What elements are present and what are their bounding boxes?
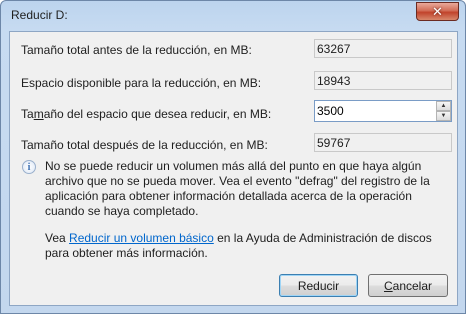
shrink-amount-label-post: año del espacio que desea reducir, en MB… [43,107,272,121]
help-message: Vea Reducir un volumen básico en la Ayud… [45,231,445,261]
info-message: No se puede reducir un volumen más allá … [45,159,430,218]
title-bar[interactable]: Reducir D: ✕ [1,1,465,31]
window-title: Reducir D: [11,8,68,22]
cancel-label-hotkey: C [383,278,393,293]
total-before-value: 63267 [314,39,452,58]
chevron-down-icon[interactable]: ▼ [436,111,451,121]
shrink-amount-label: Tamaño del espacio que desea reducir, en… [21,107,271,121]
total-after-value: 59767 [314,133,452,152]
shrink-amount-label-hotkey: m [33,107,44,121]
cancel-label-post: ancelar [392,278,433,293]
total-before-label: Tamaño total antes de la reducción, en M… [21,43,252,57]
available-value: 18943 [314,71,452,90]
info-icon: i [22,160,36,174]
close-button[interactable]: ✕ [416,2,459,21]
dialog-content: Tamaño total antes de la reducción, en M… [9,31,458,306]
shrink-amount-input[interactable] [315,101,435,121]
shrink-amount-stepper[interactable]: ▲ ▼ [314,100,452,122]
cancel-button[interactable]: Cancelar [368,274,448,297]
help-prefix: Vea [45,231,70,245]
shrink-amount-label-pre: Ta [21,107,34,121]
total-after-label: Tamaño total después de la reducción, en… [21,138,268,152]
spin-buttons: ▲ ▼ [436,101,451,121]
close-icon: ✕ [432,4,443,19]
dialog-window: Reducir D: ✕ Tamaño total antes de la re… [0,0,466,314]
available-label: Espacio disponible para la reducción, en… [21,76,262,90]
chevron-up-icon[interactable]: ▲ [436,101,451,111]
help-link[interactable]: Reducir un volumen básico [69,231,214,245]
shrink-button[interactable]: Reducir [279,274,358,297]
